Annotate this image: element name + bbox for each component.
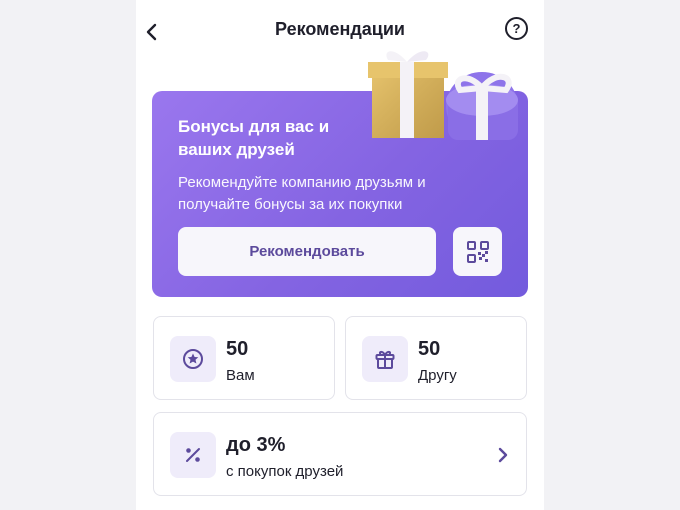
recommend-button[interactable]: Рекомендовать [178, 227, 436, 276]
promo-title: Бонусы для вас и ваших друзей [178, 117, 330, 159]
gift-boxes-image [368, 51, 518, 140]
promo-description: Рекомендуйте компанию друзьям и получайт… [178, 174, 426, 213]
you-bonus-label: Вам [226, 367, 255, 384]
qr-code-icon [466, 240, 489, 263]
percent-value: до 3% [226, 434, 286, 456]
friends-purchases-card[interactable]: до 3% с покупок друзей [153, 412, 527, 496]
qr-code-button[interactable] [453, 227, 502, 276]
background-right [544, 0, 680, 510]
friend-bonus-value: 50 [418, 338, 441, 360]
stat-card-you: 50 Вам [153, 316, 335, 400]
help-icon: ? [512, 21, 521, 36]
help-button[interactable]: ? [505, 17, 528, 40]
star-circle-icon [170, 336, 216, 382]
percent-label: с покупок друзей [226, 463, 344, 480]
gift-icon [362, 336, 408, 382]
percent-icon [170, 432, 216, 478]
friend-bonus-label: Другу [418, 367, 457, 384]
chevron-right-icon [498, 447, 508, 463]
you-bonus-value: 50 [226, 338, 249, 360]
app-screen: Рекомендации ? Бонусы для вас и ваших др… [136, 0, 544, 510]
stat-card-friend: 50 Другу [345, 316, 527, 400]
background-left [0, 0, 136, 510]
page-title: Рекомендации [275, 19, 405, 39]
